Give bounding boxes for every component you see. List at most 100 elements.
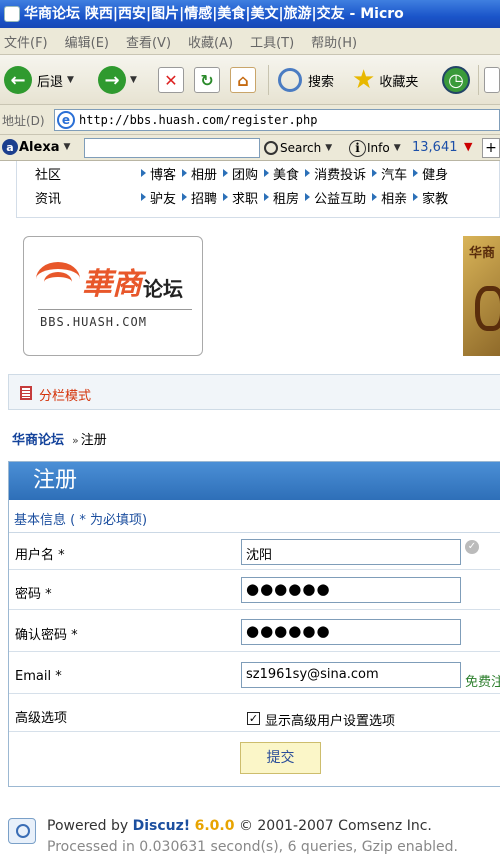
stop-button[interactable]: ✕ (158, 64, 184, 96)
register-title: 注册 (9, 462, 500, 500)
advanced-label: 高级选项 (15, 711, 68, 726)
menu-favorites[interactable]: 收藏(A) (184, 32, 246, 51)
advanced-options-checkbox[interactable]: ✓ (247, 712, 260, 725)
menu-tools[interactable]: 工具(T) (246, 32, 307, 51)
address-input[interactable]: e http://bbs.huash.com/register.php (54, 109, 500, 131)
rank-down-arrow-icon: ▼ (464, 140, 473, 153)
alexa-menu-button[interactable]: a Alexa ▼ (2, 139, 70, 155)
alexa-info-label: Info (367, 141, 390, 155)
forward-dropdown-icon[interactable]: ▼ (130, 75, 137, 85)
nav-link-album[interactable]: 相册 (180, 164, 217, 183)
stop-icon: ✕ (158, 67, 184, 93)
toolbar-separator (268, 65, 269, 95)
alexa-brand: Alexa (19, 139, 60, 155)
address-url: http://bbs.huash.com/register.php (79, 113, 318, 127)
alexa-search-dropdown-icon: ▼ (325, 143, 333, 153)
page-footer: Powered by Discuz! 6.0.0 © 2001-2007 Com… (0, 808, 500, 864)
forward-arrow-icon: → (98, 66, 126, 94)
menu-help[interactable]: 帮助(H) (307, 32, 370, 51)
menu-view[interactable]: 查看(V) (122, 32, 184, 51)
breadcrumb-separator: » (72, 434, 79, 447)
powered-by-line: Powered by Discuz! 6.0.0 © 2001-2007 Com… (47, 818, 432, 834)
alexa-search-input[interactable] (84, 138, 260, 158)
address-label: 地址(D) (2, 114, 45, 128)
discuz-logo-icon (8, 818, 36, 844)
refresh-icon: ↻ (194, 67, 220, 93)
favorites-label: 收藏夹 (379, 74, 419, 90)
ad-graphic (475, 286, 500, 331)
confirm-password-input[interactable]: ●●●●●● (241, 619, 461, 645)
toolbar-separator (478, 65, 479, 95)
refresh-button[interactable]: ↻ (194, 64, 220, 96)
confirm-password-label: 确认密码 * (15, 628, 78, 643)
logo-domain-text: BBS.HUASH.COM (40, 315, 147, 329)
alexa-search-button[interactable]: Search ▼ (264, 138, 332, 158)
nav-link-charity[interactable]: 公益互助 (303, 188, 366, 207)
nav-link-complaints[interactable]: 消费投诉 (303, 164, 366, 183)
username-input[interactable]: 沈阳 (241, 539, 461, 565)
column-mode-link[interactable]: 分栏模式 (39, 385, 91, 404)
discuz-version: 6.0.0 (194, 818, 235, 834)
alexa-toolbar: a Alexa ▼ Search ▼ i Info ▼ 13,641 ▼ + (0, 135, 500, 161)
favorites-button[interactable]: ★ 收藏夹 (352, 64, 418, 96)
menu-file[interactable]: 文件(F) (0, 32, 61, 51)
confirm-password-row: 确认密码 * ●●●●●● (9, 610, 500, 652)
breadcrumb-home[interactable]: 华商论坛 (12, 433, 64, 448)
alexa-logo-icon: a (2, 139, 18, 155)
discuz-link[interactable]: Discuz! (133, 818, 191, 834)
search-button[interactable]: 搜索 (278, 64, 334, 96)
window-title-bar: 华商论坛 陕西|西安|图片|情感|美食|美文|旅游|交友 - Micro (0, 0, 500, 28)
nav-link-tutoring[interactable]: 家教 (411, 188, 448, 207)
home-button[interactable]: ⌂ (230, 64, 256, 96)
nav-link-jobs[interactable]: 求职 (221, 188, 258, 207)
nav-link-food[interactable]: 美食 (262, 164, 299, 183)
alexa-more-button[interactable]: + (482, 138, 500, 158)
back-button[interactable]: ← 后退 ▼ (4, 64, 74, 96)
nav-link-blog[interactable]: 博客 (139, 164, 176, 183)
alexa-traffic-rank[interactable]: 13,641 (412, 140, 458, 155)
nav-link-travel[interactable]: 驴友 (139, 188, 176, 207)
free-email-link[interactable]: 免费注 (465, 671, 500, 690)
email-row: Email * sz1961sy@sina.com (9, 652, 500, 694)
site-logo[interactable]: 華商 论坛 BBS.HUASH.COM (23, 236, 203, 356)
username-label: 用户名 * (15, 548, 65, 563)
alexa-info-button[interactable]: i Info ▼ (349, 138, 401, 158)
mail-icon (484, 67, 500, 93)
email-input[interactable]: sz1961sy@sina.com (241, 662, 461, 688)
forward-button[interactable]: → ▼ (98, 64, 137, 96)
logo-forum-text: 论坛 (143, 277, 183, 301)
home-icon: ⌂ (230, 67, 256, 93)
username-row: 用户名 * 沈阳 (9, 533, 500, 570)
history-button[interactable]: ◷ (442, 64, 470, 96)
column-mode-icon (20, 386, 32, 400)
nav-link-groupbuy[interactable]: 团购 (221, 164, 258, 183)
register-subtitle: 基本信息 ( * 为必填项) (9, 500, 500, 533)
advanced-options-label[interactable]: 显示高级用户设置选项 (265, 710, 395, 729)
alexa-search-label: Search (280, 141, 322, 155)
powered-by-prefix: Powered by (47, 818, 129, 834)
logo-brand-text: 華商 (82, 267, 142, 302)
nav-link-hiring[interactable]: 招聘 (180, 188, 217, 207)
alexa-dropdown-icon: ▼ (63, 142, 71, 152)
nav-link-dating[interactable]: 相亲 (370, 188, 407, 207)
breadcrumb: 华商论坛 » 注册 (12, 429, 107, 448)
logo-divider (38, 309, 192, 310)
menu-edit[interactable]: 编辑(E) (61, 32, 122, 51)
nav-links: 驴友 招聘 求职 租房 公益互助 相亲 家教 (139, 188, 452, 207)
back-dropdown-icon[interactable]: ▼ (67, 75, 74, 85)
ie-app-icon (4, 6, 20, 22)
nav-link-rent[interactable]: 租房 (262, 188, 299, 207)
ie-page-icon: e (57, 111, 75, 129)
nav-row-community: 社区 博客 相册 团购 美食 消费投诉 汽车 健身 (17, 161, 500, 183)
banner-ad[interactable]: 华商 (463, 236, 500, 356)
nav-row-news: 资讯 驴友 招聘 求职 租房 公益互助 相亲 家教 (17, 185, 500, 207)
nav-category: 社区 (35, 168, 62, 183)
search-icon (264, 141, 278, 155)
nav-link-cars[interactable]: 汽车 (370, 164, 407, 183)
mail-button[interactable] (484, 64, 500, 96)
submit-button[interactable]: 提交 (240, 742, 321, 774)
nav-link-fitness[interactable]: 健身 (411, 164, 448, 183)
email-label: Email * (15, 669, 62, 684)
nav-links: 博客 相册 团购 美食 消费投诉 汽车 健身 (139, 164, 452, 183)
password-input[interactable]: ●●●●●● (241, 577, 461, 603)
